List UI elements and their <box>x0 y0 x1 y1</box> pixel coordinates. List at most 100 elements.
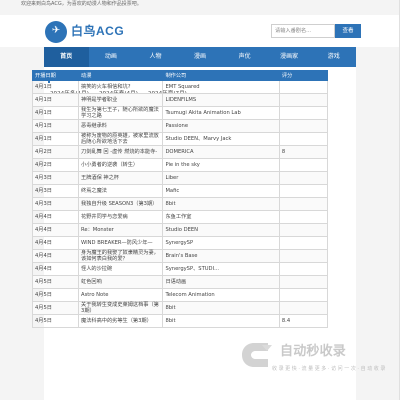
table-row: 4月2日 小小勇者的逆袭（转生） Pie in the sky <box>31 158 329 172</box>
nav-item-voice-actors[interactable]: 声优 <box>222 47 267 67</box>
table-row: 4月4日 怪人的沙拉碗 SynergySP、STUDI... <box>31 262 329 276</box>
cell-date: 4月3日 <box>31 197 80 211</box>
cell-date: 4月4日 <box>31 262 80 276</box>
header-studio: 制作公司 <box>162 70 280 81</box>
cell-anime-link[interactable]: 身为魔王的我娶了奴隶精灵为妻，该如何表白我的爱？ <box>78 249 164 263</box>
cell-studio: Pie in the sky <box>162 158 280 172</box>
cell-score <box>278 80 329 94</box>
cell-score <box>278 275 329 289</box>
cell-date: 4月4日 <box>31 210 80 224</box>
cell-date: 4月5日 <box>31 301 80 315</box>
cell-score <box>278 249 329 263</box>
cell-studio: 东鱼工作室 <box>162 210 280 224</box>
cell-anime-link[interactable]: WIND BREAKER—防风少年— <box>78 236 164 250</box>
cell-anime-link[interactable]: 王牌酒保 神之杯 <box>78 171 164 185</box>
cell-score <box>278 132 329 146</box>
table-row: 4月5日 虹色回响 日语动画 <box>31 275 329 289</box>
watermark-title: 自动秒收录 <box>280 344 347 359</box>
table-row: 4月1日 神明是学者职业 LIDENFILMS <box>31 93 329 107</box>
cell-score: 8 <box>278 145 329 159</box>
nav-item-characters[interactable]: 人物 <box>133 47 178 67</box>
table-row: 4月3日 我独自升级 SEASON3（第3期） 8bit <box>31 197 329 211</box>
nav-item-manga-artists[interactable]: 漫画家 <box>267 47 312 67</box>
cell-anime-link[interactable]: 花野井同学与恋爱病 <box>78 210 164 224</box>
cell-studio: 8bit <box>162 197 280 211</box>
cell-score <box>278 93 329 107</box>
cell-studio: Studio DEEN、Marvy Jack <box>162 132 280 146</box>
cell-score <box>278 288 329 302</box>
cell-studio: LIDENFILMS <box>162 93 280 107</box>
cell-date: 4月3日 <box>31 184 80 198</box>
table-row: 4月3日 王牌酒保 神之杯 Liber <box>31 171 329 185</box>
cell-studio: Studio DEEN <box>162 223 280 237</box>
cell-anime-link[interactable]: 魔法科高中的劣等生（第3期） <box>78 314 164 328</box>
header-anime: 动漫 <box>78 70 164 81</box>
cell-anime-link[interactable]: 小小勇者的逆袭（转生） <box>78 158 164 172</box>
header-start-date: 开播日期 <box>31 70 80 81</box>
cell-score <box>278 158 329 172</box>
site-title[interactable]: 白鸟ACG <box>71 22 124 39</box>
cell-date: 4月4日 <box>31 223 80 237</box>
cell-studio: SynergySP、STUDI... <box>162 262 280 276</box>
cell-studio: Liber <box>162 171 280 185</box>
cell-score <box>278 171 329 185</box>
cell-score <box>278 106 329 120</box>
cell-score <box>278 301 329 315</box>
nav-item-home[interactable]: 首页 <box>44 47 89 67</box>
cell-anime-link[interactable]: 搞笑的火车相信和坑? <box>78 80 164 94</box>
search-button[interactable]: 查看 <box>335 24 361 38</box>
cell-anime-link[interactable]: 刀剑乱舞 回 -虚传 燃烧的本能寺- <box>78 145 164 159</box>
table-row: 4月1日 我生为第七王子，随心所欲的魔法学习之路 Tsumugi Akita A… <box>31 106 329 120</box>
cell-anime-link[interactable]: 虹色回响 <box>78 275 164 289</box>
bird-icon: ✈ <box>51 25 61 36</box>
cell-date: 4月4日 <box>31 249 80 263</box>
nav-item-games[interactable]: 游戏 <box>311 47 356 67</box>
cell-date: 4月4日 <box>31 236 80 250</box>
cell-studio: Passione <box>162 119 280 133</box>
cell-score <box>278 236 329 250</box>
cell-anime-link[interactable]: 关于我转生变成史莱姆这档事（第3期） <box>78 301 164 315</box>
cell-date: 4月5日 <box>31 314 80 328</box>
cell-studio: Telecom Animation <box>162 288 280 302</box>
table-row: 4月1日 被称为废物的原英雄，被家里流放后随心所欲地活下去 Studio DEE… <box>31 132 329 146</box>
table-row: 4月2日 刀剑乱舞 回 -虚传 燃烧的本能寺- DOMERICA 8 <box>31 145 329 159</box>
cell-anime-link[interactable]: Astro Note <box>78 288 164 302</box>
nav-item-manga[interactable]: 漫画 <box>178 47 223 67</box>
anime-schedule-table: 开播日期 动漫 制作公司 评分 4月1日 搞笑的火车相信和坑? EMT Squa… <box>31 70 329 328</box>
table-row: 4月4日 身为魔王的我娶了奴隶精灵为妻，该如何表白我的爱？ Brain's Ba… <box>31 249 329 263</box>
cell-score <box>278 197 329 211</box>
table-row: 4月1日 搞笑的火车相信和坑? EMT Squared <box>31 80 329 94</box>
cell-studio: Tsumugi Akita Animation Lab <box>162 106 280 120</box>
cell-studio: EMT Squared <box>162 80 280 94</box>
cell-anime-link[interactable]: 终焉之魔法 <box>78 184 164 198</box>
table-header-row: 开播日期 动漫 制作公司 评分 <box>31 70 329 81</box>
table-row: 4月4日 Re：Monster Studio DEEN <box>31 223 329 237</box>
cell-date: 4月2日 <box>31 145 80 159</box>
cell-date: 4月1日 <box>31 93 80 107</box>
nav-item-anime[interactable]: 动画 <box>89 47 134 67</box>
cell-anime-link[interactable]: 我生为第七王子，随心所欲的魔法学习之路 <box>78 106 164 120</box>
search-placeholder: 请输入番剧名... <box>275 28 312 34</box>
cell-date: 4月3日 <box>31 171 80 185</box>
top-notice: 欢迎来到白鸟ACG，为喜欢的动漫人物和作品投票吧。 <box>21 1 142 7</box>
cell-date: 4月5日 <box>31 275 80 289</box>
cell-studio: 日语动画 <box>162 275 280 289</box>
cell-anime-link[interactable]: 怪人的沙拉碗 <box>78 262 164 276</box>
main-nav: 首页 动画 人物 漫画 声优 漫画家 游戏 <box>44 47 356 67</box>
cell-score <box>278 262 329 276</box>
cell-anime-link[interactable]: 神明是学者职业 <box>78 93 164 107</box>
watermark-subtitle: 收 录 更 快 · 流 量 更 多 · 访 问 一 次 · 自 动 收 录 <box>272 366 386 372</box>
search-input[interactable]: 请输入番剧名... <box>271 24 335 38</box>
cell-studio: 8bit <box>162 314 280 328</box>
cell-score <box>278 119 329 133</box>
cell-anime-link[interactable]: 恶毒继承料 <box>78 119 164 133</box>
cell-anime-link[interactable]: 被称为废物的原英雄，被家里流放后随心所欲地活下去 <box>78 132 164 146</box>
table-row: 4月1日 恶毒继承料 Passione <box>31 119 329 133</box>
table-row: 4月5日 魔法科高中的劣等生（第3期） 8bit 8.4 <box>31 314 329 328</box>
cell-score <box>278 184 329 198</box>
site-logo-icon[interactable]: ✈ <box>45 21 67 43</box>
cell-anime-link[interactable]: Re：Monster <box>78 223 164 237</box>
cell-anime-link[interactable]: 我独自升级 SEASON3（第3期） <box>78 197 164 211</box>
header-score: 评分 <box>278 70 329 81</box>
cell-studio: Brain's Base <box>162 249 280 263</box>
